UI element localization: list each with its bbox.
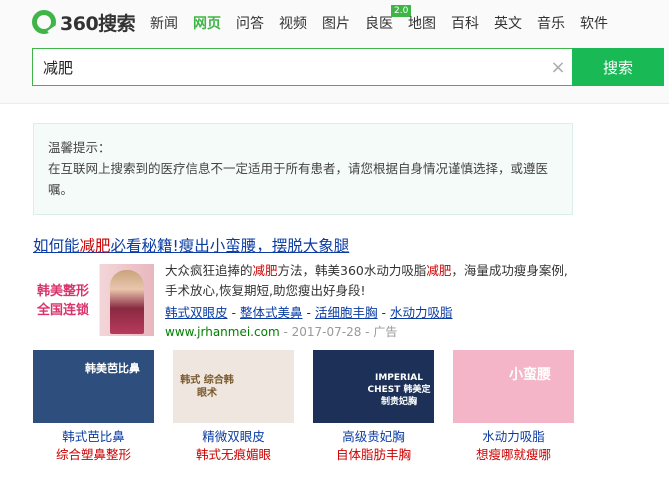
ad-sublinks: 韩式双眼皮 - 整体式美鼻 - 活细胞丰胸 - 水动力吸脂 bbox=[165, 302, 452, 321]
gallery-image[interactable]: 小蛮腰 bbox=[453, 350, 574, 423]
nav-item-doctor[interactable]: 良医 2.0 bbox=[365, 5, 412, 33]
logo[interactable]: 360搜索 bbox=[32, 9, 136, 35]
logo-ring-icon bbox=[32, 10, 56, 34]
result-title-pre: 如何能 bbox=[33, 237, 80, 255]
ad-model-figure bbox=[110, 270, 144, 334]
ad-brand-text: 韩美整形 全国连锁 bbox=[37, 282, 89, 320]
desc-highlight-1: 减肥 bbox=[252, 263, 278, 278]
gallery-subtitle[interactable]: 综合塑鼻整形 bbox=[33, 446, 154, 464]
nav-item-video[interactable]: 视频 bbox=[279, 13, 307, 33]
result-title-post: 必看秘籍!瘦出小蛮腰，摆脱大象腿 bbox=[110, 237, 350, 255]
nav-item-map[interactable]: 地图 bbox=[408, 13, 436, 33]
gallery-image[interactable]: 韩式 综合韩眼术 bbox=[173, 350, 294, 423]
nav-item-english[interactable]: 英文 bbox=[494, 13, 522, 33]
desc-highlight-2: 减肥 bbox=[426, 263, 452, 278]
search-button[interactable]: 搜索 bbox=[572, 48, 664, 86]
gallery-item[interactable]: 小蛮腰 水动力吸脂 想瘦哪就瘦哪 bbox=[453, 350, 574, 464]
link-separator: - bbox=[302, 305, 315, 320]
ad-label: 广告 bbox=[373, 325, 398, 339]
nav-item-news[interactable]: 新闻 bbox=[150, 13, 178, 33]
gallery-title[interactable]: 高级贵妃胸 bbox=[313, 428, 434, 446]
gallery-caption: 韩美芭比鼻 bbox=[85, 362, 140, 375]
ad-meta: www.jrhanmei.com - 2017-07-28 - 广告 bbox=[165, 323, 397, 340]
top-header: 360搜索 新闻 网页 问答 视频 图片 良医 2.0 地图 百科 英文 音乐 软… bbox=[0, 0, 669, 104]
meta-separator: - bbox=[361, 325, 374, 339]
medical-notice: 温馨提示： 在互联网上搜索到的医疗信息不一定适用于所有患者，请您根据自身情况谨慎… bbox=[33, 123, 573, 215]
result-title-link[interactable]: 如何能减肥必看秘籍!瘦出小蛮腰，摆脱大象腿 bbox=[33, 234, 349, 256]
sublink-liposuction[interactable]: 水动力吸脂 bbox=[390, 305, 453, 320]
nav-item-web[interactable]: 网页 bbox=[193, 13, 221, 33]
nav-bar: 新闻 网页 问答 视频 图片 良医 2.0 地图 百科 英文 音乐 软件 bbox=[150, 5, 623, 33]
gallery-subtitle[interactable]: 想瘦哪就瘦哪 bbox=[453, 446, 574, 464]
gallery-subtitle[interactable]: 自体脂肪丰胸 bbox=[313, 446, 434, 464]
gallery-item[interactable]: IMPERIAL CHEST 韩美定制贵妃胸 高级贵妃胸 自体脂肪丰胸 bbox=[313, 350, 434, 464]
gallery-image[interactable]: IMPERIAL CHEST 韩美定制贵妃胸 bbox=[313, 350, 434, 423]
gallery-subtitle[interactable]: 韩式无痕媚眼 bbox=[173, 446, 294, 464]
logo-text: 360搜索 bbox=[60, 12, 136, 35]
result-title-highlight: 减肥 bbox=[79, 237, 111, 255]
ad-thumbnail[interactable]: 韩美整形 全国连锁 bbox=[33, 264, 154, 336]
search-input[interactable] bbox=[33, 49, 544, 85]
result-url[interactable]: www.jrhanmei.com bbox=[165, 325, 280, 339]
nav-item-images[interactable]: 图片 bbox=[322, 13, 350, 33]
gallery-title[interactable]: 精微双眼皮 bbox=[173, 428, 294, 446]
desc-part-1: 大众疯狂追捧的 bbox=[165, 263, 253, 278]
sublink-double-eyelid[interactable]: 韩式双眼皮 bbox=[165, 305, 228, 320]
clear-icon[interactable]: × bbox=[544, 57, 572, 78]
ad-description: 大众疯狂追捧的减肥方法，韩美360水动力吸脂减肥，海量成功瘦身案例,手术放心,恢… bbox=[165, 261, 575, 301]
sublink-nose[interactable]: 整体式美鼻 bbox=[240, 305, 303, 320]
result-date: 2017-07-28 bbox=[291, 325, 362, 339]
notice-body: 在互联网上搜索到的医疗信息不一定适用于所有患者，请您根据自身情况谨慎选择，或遵医… bbox=[48, 161, 549, 197]
gallery-caption: 韩式 综合韩眼术 bbox=[180, 375, 234, 399]
gallery-item[interactable]: 韩美芭比鼻 韩式芭比鼻 综合塑鼻整形 bbox=[33, 350, 154, 464]
gallery-item[interactable]: 韩式 综合韩眼术 精微双眼皮 韩式无痕媚眼 bbox=[173, 350, 294, 464]
nav-item-music[interactable]: 音乐 bbox=[537, 13, 565, 33]
link-separator: - bbox=[377, 305, 390, 320]
ad-gallery: 韩美芭比鼻 韩式芭比鼻 综合塑鼻整形 韩式 综合韩眼术 精微双眼皮 韩式无痕媚眼… bbox=[33, 350, 578, 470]
nav-item-software[interactable]: 软件 bbox=[580, 13, 608, 33]
search-box: × bbox=[32, 48, 572, 86]
sublink-breast[interactable]: 活细胞丰胸 bbox=[315, 305, 378, 320]
meta-separator: - bbox=[279, 325, 292, 339]
nav-item-baike[interactable]: 百科 bbox=[451, 13, 479, 33]
gallery-caption: 小蛮腰 bbox=[509, 367, 551, 383]
link-separator: - bbox=[227, 305, 240, 320]
ad-brand-line2: 全国连锁 bbox=[37, 303, 90, 318]
gallery-caption: IMPERIAL CHEST 韩美定制贵妃胸 bbox=[367, 373, 431, 407]
nav-item-doctor-label: 良医 bbox=[365, 16, 393, 32]
desc-part-2: 方法，韩美360水动力吸脂 bbox=[277, 263, 427, 278]
notice-title: 温馨提示： bbox=[48, 140, 111, 155]
ad-brand-line1: 韩美整形 bbox=[37, 284, 90, 299]
gallery-title[interactable]: 水动力吸脂 bbox=[453, 428, 574, 446]
gallery-image[interactable]: 韩美芭比鼻 bbox=[33, 350, 154, 423]
nav-item-qa[interactable]: 问答 bbox=[236, 13, 264, 33]
gallery-title[interactable]: 韩式芭比鼻 bbox=[33, 428, 154, 446]
